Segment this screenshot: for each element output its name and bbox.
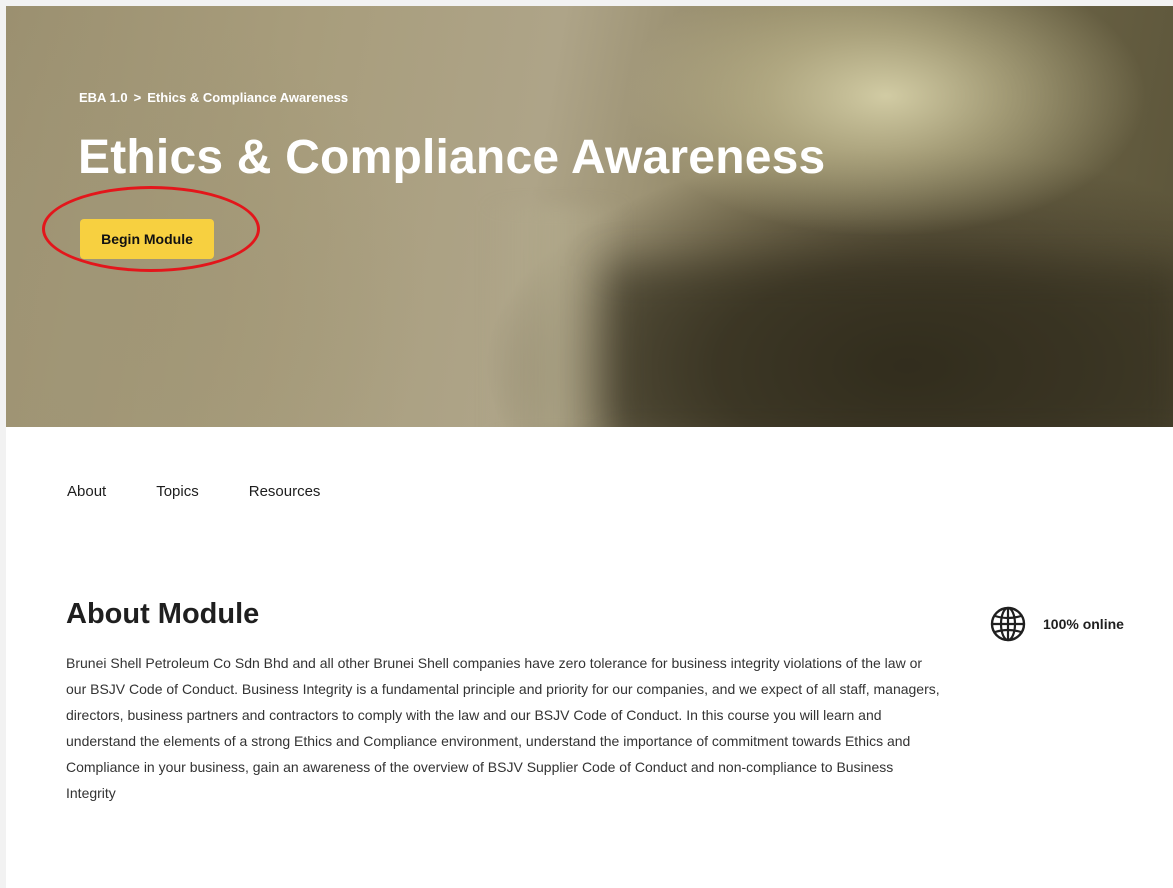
breadcrumb-separator: > <box>133 90 142 105</box>
hero-banner: EBA 1.0 > Ethics & Compliance Awareness Et… <box>6 6 1173 427</box>
breadcrumb: EBA 1.0 > Ethics & Compliance Awareness <box>79 90 348 105</box>
breadcrumb-current: Ethics & Compliance Awareness <box>147 90 349 105</box>
page-title: Ethics & Compliance Awareness <box>78 131 826 184</box>
about-description: Brunei Shell Petroleum Co Sdn Bhd and al… <box>66 655 940 801</box>
tab-about[interactable]: About <box>67 483 106 500</box>
begin-module-button[interactable]: Begin Module <box>80 219 214 259</box>
delivery-info: 100% online <box>990 606 1124 642</box>
delivery-label: 100% online <box>1043 616 1124 632</box>
about-heading: About Module <box>66 598 260 630</box>
hero-background-shadow <box>606 266 1173 427</box>
page: EBA 1.0 > Ethics & Compliance Awareness Et… <box>0 0 1173 888</box>
module-tabs: About Topics Resources <box>67 483 320 500</box>
tab-resources[interactable]: Resources <box>249 483 321 500</box>
hero-background-shape <box>486 206 626 427</box>
tab-topics[interactable]: Topics <box>156 483 199 500</box>
breadcrumb-root-link[interactable]: EBA 1.0 <box>79 90 128 105</box>
globe-icon <box>990 606 1026 642</box>
